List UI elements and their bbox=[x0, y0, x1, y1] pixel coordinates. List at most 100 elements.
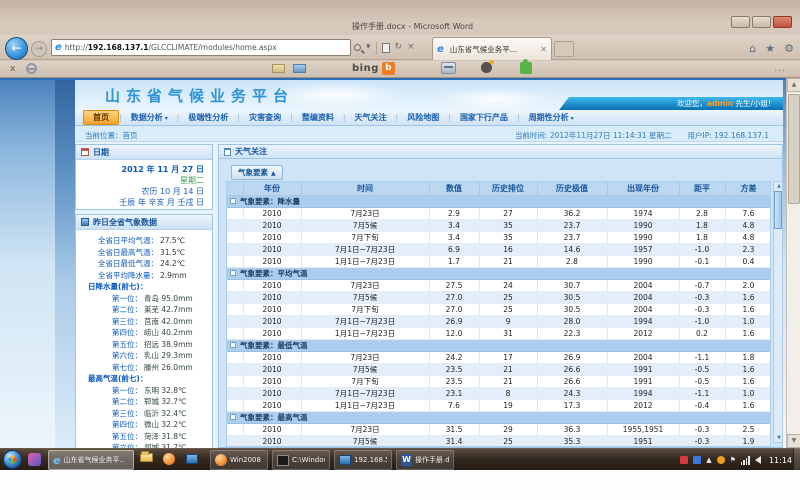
nav-tab-7[interactable]: 国家下行产品 bbox=[451, 111, 517, 124]
group-row[interactable]: 气象要素：平均气温 bbox=[227, 267, 771, 279]
table-scrollbar[interactable]: ▲ ▼ bbox=[773, 181, 783, 443]
nav-tab-0[interactable]: 首页 bbox=[83, 110, 119, 125]
network-icon[interactable] bbox=[741, 456, 750, 465]
scroll-up-button[interactable]: ▲ bbox=[787, 78, 800, 92]
tray-badge-icon[interactable] bbox=[680, 456, 688, 464]
settings-gear-icon[interactable]: ⚙ bbox=[784, 42, 794, 55]
nav-tab-2[interactable]: 极端性分析 bbox=[179, 111, 237, 124]
column-header: 历史极值 bbox=[537, 182, 607, 195]
browser-scrollbar[interactable]: ▲ ▼ bbox=[786, 78, 800, 448]
nav-tab-5[interactable]: 天气关注 bbox=[346, 111, 396, 124]
table-row[interactable]: 20107月5候3.43523.719901.84.8 bbox=[227, 219, 771, 231]
group-row[interactable]: 气象要素：降水量 bbox=[227, 195, 771, 207]
favorites-star-icon[interactable]: ★ bbox=[765, 42, 775, 55]
table-row[interactable]: 20107月23日31.52936.31955,1951-0.32.5 bbox=[227, 423, 771, 435]
paw-icon[interactable] bbox=[481, 62, 492, 73]
collapse-checkbox[interactable] bbox=[230, 342, 236, 348]
tray-language-icon[interactable] bbox=[693, 456, 701, 464]
nav-tab-1[interactable]: 数据分析▾ bbox=[122, 111, 177, 124]
home-icon[interactable]: ⌂ bbox=[749, 42, 756, 55]
row-selector-cell bbox=[227, 279, 243, 291]
stop-icon[interactable]: × bbox=[407, 43, 415, 52]
addon-puzzle-icon[interactable] bbox=[520, 62, 532, 74]
table-row[interactable]: 20107月1日~7月23日23.1824.31994-1.11.0 bbox=[227, 387, 771, 399]
group-row[interactable]: 气象要素：最高气温 bbox=[227, 411, 771, 423]
tab-close-icon[interactable]: ✕ bbox=[540, 45, 547, 54]
row-selector-cell bbox=[227, 243, 243, 255]
group-row[interactable]: 气象要素：最低气温 bbox=[227, 339, 771, 351]
tray-up-arrow-icon[interactable]: ▲ bbox=[706, 456, 711, 464]
windows-flag-icon bbox=[7, 454, 17, 464]
collapse-checkbox[interactable] bbox=[230, 270, 236, 276]
address-bar[interactable]: e http://192.168.137.1/GLCCLIMATE/module… bbox=[51, 39, 351, 56]
table-row[interactable]: 20107月下旬23.52126.61991-0.51.6 bbox=[227, 375, 771, 387]
rank-line: 第一位：东明 32.8℃ bbox=[78, 385, 209, 397]
taskbar-window-1[interactable]: Win2008 (V52... bbox=[210, 450, 268, 470]
table-row[interactable]: 20107月5候27.02530.52004-0.31.6 bbox=[227, 291, 771, 303]
pinned-app-icon[interactable] bbox=[28, 453, 41, 466]
chevron-down-icon[interactable]: ▾ bbox=[366, 43, 371, 52]
back-button[interactable]: ← bbox=[5, 37, 28, 60]
table-row[interactable]: 20107月1日~7月23日6.91614.61957-1.02.3 bbox=[227, 243, 771, 255]
table-cell: 2012 bbox=[607, 399, 679, 411]
table-cell: 1月1日~7月23日 bbox=[301, 399, 429, 411]
table-cell: 7.6 bbox=[725, 207, 771, 219]
site-banner: 山东省气候业务平台 欢迎您，admin 先生/小姐! bbox=[75, 80, 783, 110]
new-tab-button[interactable] bbox=[554, 41, 574, 57]
taskbar-window-0[interactable]: e山东省气候业务平.. bbox=[48, 450, 134, 470]
search-icon[interactable] bbox=[354, 44, 361, 51]
table-row[interactable]: 20107月5候23.52126.61991-0.51.6 bbox=[227, 363, 771, 375]
table-row[interactable]: 20101月1日~7月23日1.7212.81990-0.10.4 bbox=[227, 255, 771, 267]
toolbar-overflow-icon[interactable]: ... bbox=[774, 64, 786, 74]
taskbar-clock[interactable]: 11:14 bbox=[769, 456, 792, 465]
media-app-icon[interactable] bbox=[163, 453, 175, 465]
scroll-up-icon[interactable]: ▲ bbox=[775, 183, 783, 189]
show-desktop-button[interactable] bbox=[793, 448, 800, 470]
tray-security-icon[interactable] bbox=[717, 456, 725, 464]
bing-toolbar-logo[interactable]: bing b bbox=[352, 62, 395, 75]
scroll-down-icon[interactable]: ▼ bbox=[775, 435, 783, 441]
table-row[interactable]: 20107月23日27.52430.72004-0.72.0 bbox=[227, 279, 771, 291]
taskbar-window-3[interactable]: 192.168.58.99... bbox=[334, 450, 392, 470]
table-row[interactable]: 20101月1日~7月23日12.03122.320120.21.6 bbox=[227, 327, 771, 339]
group-cell: 气象要素：最低气温 bbox=[227, 339, 771, 351]
collapse-checkbox[interactable] bbox=[230, 414, 236, 420]
toolbar-close-button[interactable]: x bbox=[10, 64, 15, 74]
nav-tab-4[interactable]: 整编资料 bbox=[293, 111, 343, 124]
start-button[interactable] bbox=[3, 450, 22, 469]
taskbar-window-4[interactable]: W操作手册.docx -... bbox=[396, 450, 454, 470]
nav-tab-6[interactable]: 风险地图 bbox=[398, 111, 448, 124]
close-button[interactable] bbox=[773, 16, 792, 28]
compatibility-view-icon[interactable] bbox=[382, 43, 390, 53]
explorer-folder-icon[interactable] bbox=[140, 453, 153, 462]
element-filter-button[interactable]: 气象要素▲ bbox=[231, 165, 283, 180]
blocker-icon[interactable] bbox=[26, 63, 37, 74]
taskbar-window-2[interactable]: C:\Windows\s... bbox=[272, 450, 330, 470]
table-row[interactable]: 20107月1日~7月23日26.9928.01994-1.01.0 bbox=[227, 315, 771, 327]
browser-scrollbar-thumb[interactable] bbox=[788, 94, 800, 204]
forward-button[interactable]: → bbox=[31, 41, 47, 57]
maximize-button[interactable] bbox=[752, 16, 771, 28]
player-app-icon[interactable] bbox=[186, 454, 198, 464]
browser-tab[interactable]: e 山东省气候业务平... ✕ bbox=[432, 37, 552, 60]
mail-icon[interactable] bbox=[272, 64, 285, 73]
nav-tab-8[interactable]: 周期性分析▾ bbox=[520, 111, 583, 124]
stat-line: 全省日最高气温：31.5℃ bbox=[78, 247, 209, 259]
message-icon[interactable] bbox=[293, 64, 306, 73]
wallet-icon[interactable] bbox=[441, 62, 456, 74]
collapse-checkbox[interactable] bbox=[230, 198, 236, 204]
nav-tab-3[interactable]: 灾害查询 bbox=[240, 111, 290, 124]
table-row[interactable]: 20107月23日24.21726.92004-1.11.8 bbox=[227, 351, 771, 363]
action-center-flag-icon[interactable]: ⚑ bbox=[730, 456, 736, 464]
scroll-down-button[interactable]: ▼ bbox=[787, 434, 800, 448]
table-row[interactable]: 20107月5候31.42535.31951-0.31.9 bbox=[227, 435, 771, 447]
table-row[interactable]: 20107月23日2.92736.219742.87.6 bbox=[227, 207, 771, 219]
refresh-icon[interactable]: ↻ bbox=[395, 43, 403, 52]
rank-value: 东明 32.8℃ bbox=[142, 385, 187, 397]
table-row[interactable]: 20107月下旬27.02530.52004-0.31.6 bbox=[227, 303, 771, 315]
table-row[interactable]: 20107月下旬3.43523.719901.84.8 bbox=[227, 231, 771, 243]
minimize-button[interactable] bbox=[731, 16, 750, 28]
volume-icon[interactable] bbox=[755, 456, 761, 464]
table-scrollbar-thumb[interactable] bbox=[774, 191, 782, 229]
table-row[interactable]: 20101月1日~7月23日7.61917.32012-0.41.6 bbox=[227, 399, 771, 411]
